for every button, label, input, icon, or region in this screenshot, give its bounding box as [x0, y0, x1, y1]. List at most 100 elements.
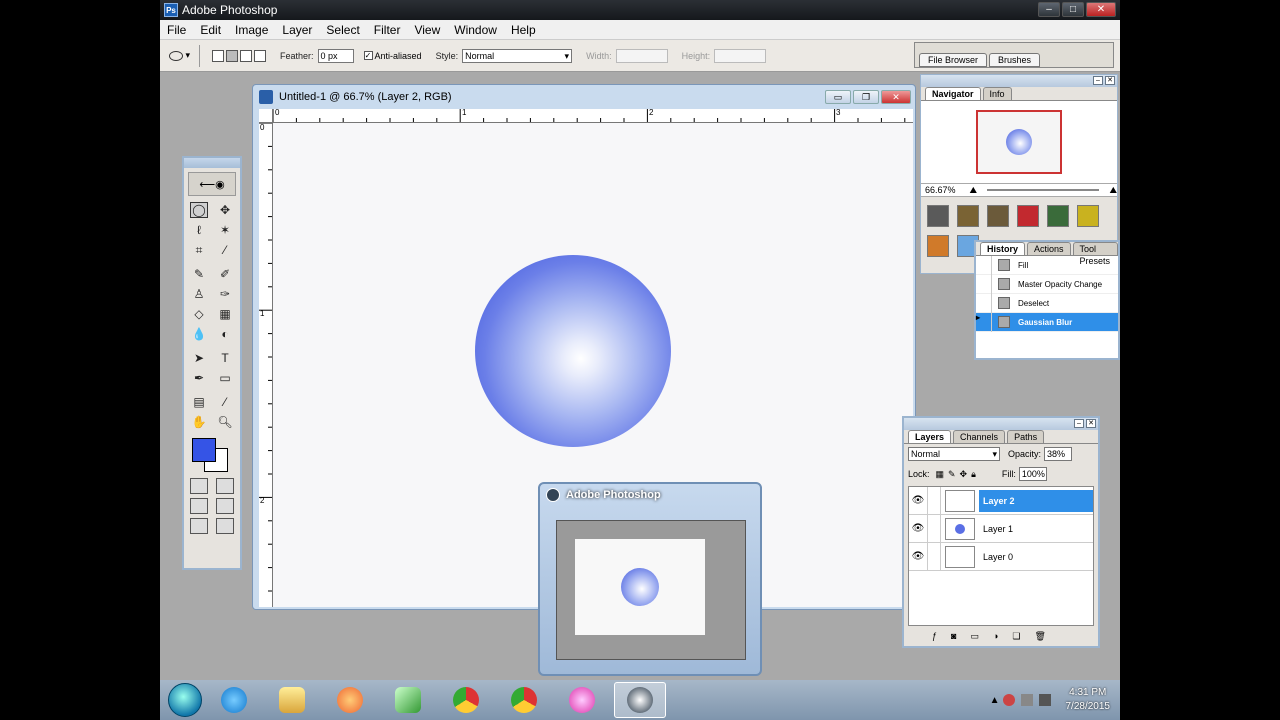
tray-alert-icon[interactable] — [1002, 694, 1015, 706]
layer-link-cell[interactable] — [927, 514, 941, 543]
style-swatch[interactable] — [1017, 205, 1039, 227]
anti-aliased-checkbox[interactable]: ✓ Anti-aliased — [363, 51, 422, 61]
zoom-value[interactable]: 66.67% — [925, 185, 956, 195]
tab-brushes[interactable]: Brushes — [989, 53, 1041, 67]
gradient-tool-icon[interactable]: ▦ — [216, 306, 234, 322]
notes-tool-icon[interactable]: ▤ — [190, 394, 208, 410]
horizontal-ruler[interactable]: 0 1 2 3 — [273, 109, 913, 123]
style-swatch[interactable] — [957, 205, 979, 227]
new-selection-button[interactable] — [212, 49, 224, 62]
layer-mask-icon[interactable]: ◙ — [951, 631, 956, 641]
tab-paths[interactable]: Paths — [1007, 430, 1045, 443]
type-tool-icon[interactable]: T — [216, 350, 234, 366]
delete-layer-icon[interactable]: 🗑︎ — [1034, 631, 1045, 642]
lock-icons[interactable]: ▦✎✥🔒︎ — [936, 469, 980, 480]
fill-input[interactable]: 100% — [1018, 467, 1047, 481]
flower-app-icon[interactable] — [556, 682, 608, 718]
full-screen-button[interactable] — [216, 498, 234, 514]
layer-style-icon[interactable]: ƒ — [932, 631, 937, 641]
marquee-tool-icon[interactable]: ◯ — [190, 202, 208, 218]
document-title-bar[interactable]: Untitled-1 @ 66.7% (Layer 2, RGB) — [253, 85, 915, 109]
jump-to-imageready-button[interactable] — [190, 518, 208, 534]
blend-mode-select[interactable]: Normal — [908, 447, 1000, 461]
layers-panel-header[interactable]: – ✕ — [904, 418, 1098, 430]
tab-layers[interactable]: Layers — [908, 430, 952, 443]
maximize-button[interactable]: □ — [1062, 2, 1084, 17]
menu-edit[interactable]: Edit — [193, 23, 228, 37]
vertical-ruler[interactable]: 0 1 2 — [259, 123, 273, 607]
pen-tool-icon[interactable]: ✒ — [190, 370, 208, 386]
history-item-active[interactable]: ▸ Gaussian Blur — [976, 312, 1118, 332]
menu-help[interactable]: Help — [504, 23, 543, 37]
start-button[interactable] — [168, 683, 202, 717]
eye-icon[interactable]: 👁︎ — [909, 495, 927, 506]
blur-tool-icon[interactable]: 💧 — [190, 326, 208, 342]
doc-close-button[interactable]: ✕ — [881, 90, 911, 104]
panel-minimize-icon[interactable]: – — [1074, 419, 1084, 428]
photoshop-feather-logo[interactable]: ⟵◉ — [188, 172, 236, 196]
lasso-tool-icon[interactable]: ℓ — [190, 222, 208, 238]
subtract-selection-button[interactable] — [240, 49, 252, 62]
imageready-icon[interactable] — [216, 518, 234, 534]
style-select[interactable]: Normal — [462, 48, 573, 63]
internet-explorer-icon[interactable] — [208, 682, 260, 718]
intersect-selection-button[interactable] — [254, 49, 266, 62]
clock[interactable]: 4:31 PM 7/28/2015 — [1066, 686, 1111, 714]
file-explorer-icon[interactable] — [266, 682, 318, 718]
menu-select[interactable]: Select — [319, 23, 366, 37]
add-selection-button[interactable] — [226, 49, 238, 62]
network-icon[interactable] — [1020, 694, 1033, 706]
layer-link-cell[interactable] — [927, 542, 941, 571]
brush-tool-icon[interactable]: ✐ — [216, 266, 234, 282]
layer-row[interactable]: 👁︎ Layer 1 — [909, 514, 1093, 543]
menu-view[interactable]: View — [407, 23, 447, 37]
tab-history[interactable]: History — [980, 242, 1026, 255]
layer-set-icon[interactable]: ▭ — [970, 631, 979, 642]
zoom-tool-icon[interactable]: 🔍︎ — [216, 414, 234, 430]
toolbox-header[interactable] — [184, 158, 240, 168]
height-input[interactable] — [714, 48, 767, 63]
doc-minimize-button[interactable]: ▭ — [825, 90, 851, 104]
standard-mode-button[interactable] — [190, 478, 208, 494]
navigator-view[interactable] — [921, 101, 1117, 183]
show-hidden-icons[interactable]: ▲ — [990, 695, 1000, 706]
minimize-button[interactable]: – — [1038, 2, 1060, 17]
eye-icon[interactable]: 👁︎ — [909, 523, 927, 534]
style-swatch[interactable] — [927, 205, 949, 227]
menu-window[interactable]: Window — [447, 23, 504, 37]
history-item[interactable]: Deselect — [976, 293, 1118, 313]
volume-icon[interactable] — [1038, 694, 1051, 706]
panel-close-icon[interactable]: ✕ — [1086, 419, 1096, 428]
screen-mode-button[interactable] — [190, 498, 208, 514]
healing-brush-tool-icon[interactable]: ✎ — [190, 266, 208, 282]
photoshop-taskbar-button[interactable] — [614, 682, 666, 718]
layer-link-cell[interactable] — [927, 486, 941, 515]
navigator-panel-header[interactable]: – ✕ — [921, 75, 1117, 87]
layer-row[interactable]: 👁︎ Layer 2 — [909, 486, 1093, 515]
ruler-origin[interactable] — [259, 109, 273, 123]
quick-mask-button[interactable] — [216, 478, 234, 494]
menu-file[interactable]: File — [160, 23, 193, 37]
media-player-icon[interactable] — [324, 682, 376, 718]
zoom-out-icon[interactable]: ⛰ — [970, 185, 978, 196]
tool-preset-picker[interactable]: ▾ — [160, 44, 200, 67]
tab-channels[interactable]: Channels — [953, 430, 1006, 443]
paint-icon[interactable] — [382, 682, 434, 718]
opacity-input[interactable]: 38% — [1044, 447, 1073, 461]
doc-restore-button[interactable]: ❐ — [853, 90, 879, 104]
style-swatch[interactable] — [927, 235, 949, 257]
shape-tool-icon[interactable]: ▭ — [216, 370, 234, 386]
path-selection-tool-icon[interactable]: ➤ — [190, 350, 208, 366]
feather-input[interactable]: 0 px — [317, 48, 354, 63]
magic-wand-tool-icon[interactable]: ✶ — [216, 222, 234, 238]
menu-image[interactable]: Image — [228, 23, 275, 37]
eyedropper-tool-icon[interactable]: ⁄ — [216, 394, 234, 410]
history-item[interactable]: Master Opacity Change — [976, 274, 1118, 294]
tab-actions[interactable]: Actions — [1027, 242, 1071, 255]
adjustment-layer-icon[interactable]: ◑ — [993, 631, 998, 641]
dodge-tool-icon[interactable]: ◐ — [216, 326, 234, 342]
move-tool-icon[interactable]: ✥ — [216, 202, 234, 218]
tab-tool-presets[interactable]: Tool Presets — [1072, 242, 1118, 266]
history-brush-tool-icon[interactable]: ✑ — [216, 286, 234, 302]
zoom-slider[interactable] — [987, 189, 1100, 191]
